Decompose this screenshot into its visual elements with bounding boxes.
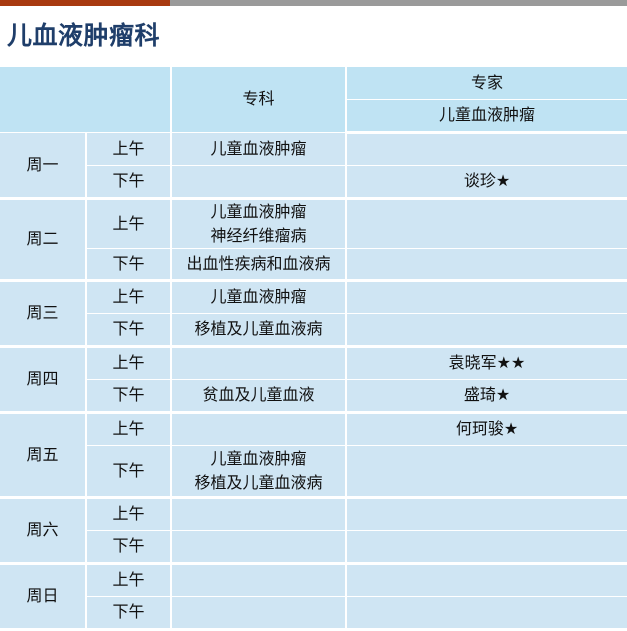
header-specialty: 专科: [171, 67, 347, 133]
schedule-row: 下午 贫血及儿童血液 盛琦★: [0, 379, 627, 414]
expert-cell: [346, 132, 627, 166]
period-cell: 上午: [86, 198, 172, 249]
schedule-row: 周三 上午 儿童血液肿瘤: [0, 280, 627, 348]
day-cell: 周三: [0, 280, 87, 348]
top-accent-bar-highlight: [0, 0, 170, 6]
specialty-cell: 儿童血液肿瘤 神经纤维瘤病: [171, 198, 347, 249]
schedule-row: 下午: [0, 596, 627, 631]
period-cell: 上午: [86, 412, 172, 446]
schedule-row: 下午 出血性疾病和血液病: [0, 248, 627, 282]
period-cell: 上午: [86, 497, 172, 531]
expert-cell: [346, 497, 627, 531]
period-cell: 下午: [86, 379, 172, 414]
period-cell: 上午: [86, 563, 172, 597]
schedule-row: 下午 谈珍★: [0, 165, 627, 200]
header-expert-sub: 儿童血液肿瘤: [346, 99, 627, 134]
period-cell: 上午: [86, 280, 172, 314]
specialty-cell: [171, 596, 347, 631]
specialty-cell: [171, 497, 347, 531]
specialty-line: 移植及儿童血液病: [194, 319, 323, 338]
schedule-row: 下午: [0, 530, 627, 565]
schedule-row: 周二 上午 儿童血液肿瘤 神经纤维瘤病: [0, 198, 627, 282]
specialty-line: 儿童血液肿瘤: [210, 448, 307, 468]
expert-cell: 盛琦★: [346, 379, 627, 414]
specialty-line: 出血性疾病和血液病: [186, 253, 331, 273]
specialty-cell: [171, 530, 347, 565]
day-cell: 周四: [0, 346, 87, 414]
schedule-table: 专科 专家 儿童血液肿瘤 周一 上午 儿童血液肿瘤 下午 谈珍★ 周二 上午 儿童血液肿瘤 神经…: [0, 67, 627, 631]
expert-cell: [346, 313, 627, 348]
schedule-row: 周五 上午 何珂骏★: [0, 412, 627, 499]
day-cell: 周五: [0, 412, 87, 499]
expert-cell: [346, 445, 627, 499]
expert-cell: [346, 248, 627, 282]
specialty-cell: 儿童血液肿瘤: [171, 280, 347, 314]
header-blank-cell: [0, 67, 172, 133]
expert-cell: [346, 198, 627, 249]
expert-cell: [346, 530, 627, 565]
expert-cell: 袁晓军★★: [346, 346, 627, 380]
top-accent-bar: [0, 0, 627, 6]
period-cell: 上午: [86, 132, 172, 166]
specialty-cell: 儿童血液肿瘤 移植及儿童血液病: [171, 445, 347, 499]
specialty-cell: 贫血及儿童血液: [171, 379, 347, 414]
period-cell: 下午: [86, 596, 172, 631]
day-cell: 周日: [0, 563, 87, 631]
period-cell: 下午: [86, 165, 172, 200]
schedule-row: 下午 儿童血液肿瘤 移植及儿童血液病: [0, 445, 627, 499]
period-cell: 下午: [86, 313, 172, 348]
period-cell: 下午: [86, 248, 172, 282]
specialty-line: 神经纤维瘤病: [210, 225, 307, 245]
specialty-line: 儿童血液肿瘤: [210, 201, 307, 221]
schedule-row: 周六 上午: [0, 497, 627, 565]
specialty-line: 移植及儿童血液病: [194, 472, 323, 492]
schedule-row: 周一 上午 儿童血液肿瘤: [0, 132, 627, 200]
expert-cell: 谈珍★: [346, 165, 627, 200]
specialty-cell: [171, 563, 347, 597]
page-title: 儿血液肿瘤科: [7, 21, 161, 50]
schedule-row: 周四 上午 袁晓军★★: [0, 346, 627, 414]
specialty-cell: 移植及儿童血液病: [171, 313, 347, 348]
day-cell: 周六: [0, 497, 87, 565]
specialty-cell: 儿童血液肿瘤: [171, 132, 347, 166]
schedule-row: 下午 移植及儿童血液病: [0, 313, 627, 348]
specialty-cell: [171, 412, 347, 446]
header-expert: 专家: [346, 67, 627, 100]
schedule-row: 周日 上午: [0, 563, 627, 631]
specialty-line: 贫血及儿童血液: [202, 385, 315, 404]
period-cell: 下午: [86, 445, 172, 499]
specialty-line: 儿童血液肿瘤: [210, 138, 307, 158]
day-cell: 周二: [0, 198, 87, 282]
day-cell: 周一: [0, 132, 87, 200]
expert-cell: 何珂骏★: [346, 412, 627, 446]
specialty-cell: [171, 165, 347, 200]
period-cell: 上午: [86, 346, 172, 380]
period-cell: 下午: [86, 530, 172, 565]
expert-cell: [346, 563, 627, 597]
expert-cell: [346, 280, 627, 314]
specialty-line: 儿童血液肿瘤: [210, 287, 307, 306]
specialty-cell: 出血性疾病和血液病: [171, 248, 347, 282]
specialty-cell: [171, 346, 347, 380]
expert-cell: [346, 596, 627, 631]
